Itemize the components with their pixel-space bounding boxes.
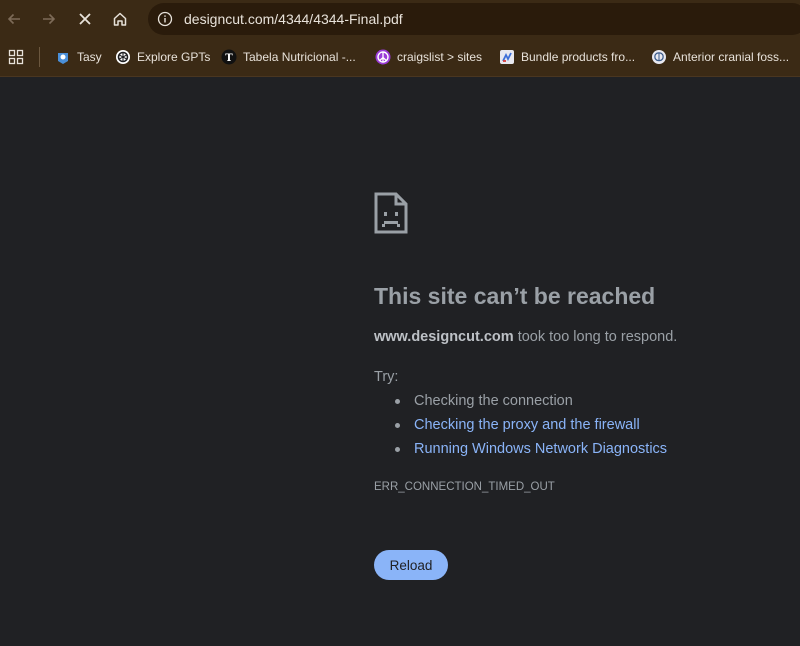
error-page: This site can’t be reached www.designcut…: [0, 77, 800, 646]
bookmark-craigslist[interactable]: craigslist > sites: [375, 47, 482, 67]
error-message: took too long to respond.: [517, 329, 678, 345]
browser-toolbar: designcut.com/4344/4344-Final.pdf: [0, 0, 800, 38]
bookmark-tasy[interactable]: Tasy: [55, 47, 102, 67]
stop-loading-icon[interactable]: [73, 7, 97, 31]
sad-page-icon: [374, 192, 408, 239]
bookmarks-separator: [39, 47, 40, 67]
info-icon[interactable]: [155, 9, 175, 29]
peace-icon: [375, 49, 391, 65]
home-icon[interactable]: [108, 7, 132, 31]
address-bar[interactable]: designcut.com/4344/4344-Final.pdf: [148, 3, 800, 35]
back-arrow-icon[interactable]: [2, 7, 26, 31]
network-diagnostics-link[interactable]: Running Windows Network Diagnostics: [414, 441, 667, 457]
bookmark-label: Explore GPTs: [137, 50, 211, 64]
error-title: This site can’t be reached: [374, 283, 656, 309]
url-text[interactable]: designcut.com/4344/4344-Final.pdf: [184, 11, 403, 27]
bullet: [395, 423, 400, 428]
bullet: [395, 447, 400, 452]
proxy-firewall-link[interactable]: Checking the proxy and the firewall: [414, 417, 640, 433]
bookmark-label: craigslist > sites: [397, 50, 483, 64]
bookmark-explore-gpts[interactable]: Explore GPTs: [115, 47, 210, 67]
forward-arrow-icon[interactable]: [37, 7, 61, 31]
bookmark-anterior-cranial[interactable]: Anterior cranial foss...: [651, 47, 789, 67]
reload-button[interactable]: Reload: [374, 550, 448, 580]
bookmark-label: Tasy: [77, 50, 102, 64]
error-host: www.designcut.com: [374, 329, 514, 345]
bookmark-label: Anterior cranial foss...: [673, 50, 790, 64]
bookmarks-bar: Tasy Explore GPTs T Tabela Nutricional -…: [0, 38, 800, 77]
error-code: ERR_CONNECTION_TIMED_OUT: [374, 481, 555, 493]
svg-text:T: T: [225, 53, 233, 64]
t-icon: T: [221, 49, 237, 65]
bookmark-label: Tabela Nutricional -...: [243, 50, 356, 64]
brain-icon: [651, 49, 667, 65]
error-description: www.designcut.com took too long to respo…: [374, 329, 677, 345]
tasy-icon: [55, 49, 71, 65]
bullet: [395, 399, 400, 404]
apps-grid-icon[interactable]: [4, 45, 28, 69]
suggestion-text: Checking the connection: [414, 393, 573, 409]
openai-icon: [115, 49, 131, 65]
bundle-icon: [499, 49, 515, 65]
bookmark-bundle-products[interactable]: Bundle products fro...: [499, 47, 635, 67]
bookmark-tabela-nutricional[interactable]: T Tabela Nutricional -...: [221, 47, 356, 67]
try-label: Try:: [374, 369, 399, 385]
bookmark-label: Bundle products fro...: [521, 50, 636, 64]
